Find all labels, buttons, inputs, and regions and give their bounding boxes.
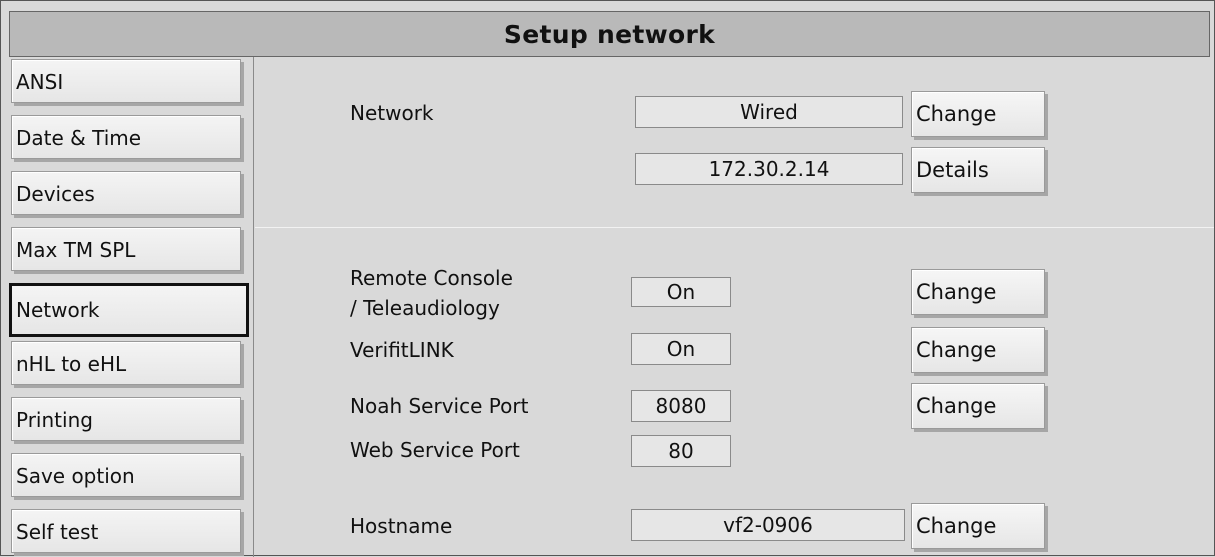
hostname-change-button[interactable]: Change bbox=[911, 503, 1045, 549]
ip-address-field: 172.30.2.14 bbox=[635, 153, 903, 185]
sidebar: ANSI Date & Time Devices Max TM SPL Netw… bbox=[9, 57, 254, 557]
web-service-port-label: Web Service Port bbox=[350, 438, 520, 462]
network-section bbox=[255, 57, 1214, 228]
network-change-button[interactable]: Change bbox=[911, 91, 1045, 137]
sidebar-item-self-test[interactable]: Self test bbox=[11, 509, 241, 553]
sidebar-item-max-tm-spl[interactable]: Max TM SPL bbox=[11, 227, 241, 271]
sidebar-item-nhl-to-ehl[interactable]: nHL to eHL bbox=[11, 341, 241, 385]
network-label: Network bbox=[350, 101, 434, 125]
sidebar-item-date-time[interactable]: Date & Time bbox=[11, 115, 241, 159]
sidebar-item-ansi[interactable]: ANSI bbox=[11, 59, 241, 103]
noah-service-port-label: Noah Service Port bbox=[350, 394, 529, 418]
network-details-button[interactable]: Details bbox=[911, 147, 1045, 193]
sidebar-item-network[interactable]: Network bbox=[9, 283, 249, 337]
remote-console-label: Remote Console bbox=[350, 266, 513, 290]
remote-console-value: On bbox=[631, 277, 731, 307]
verifitlink-change-button[interactable]: Change bbox=[911, 327, 1045, 373]
teleaudiology-label: / Teleaudiology bbox=[350, 296, 500, 320]
hostname-label: Hostname bbox=[350, 514, 453, 538]
noah-service-port-value: 8080 bbox=[631, 390, 731, 422]
sidebar-item-save-option[interactable]: Save option bbox=[11, 453, 241, 497]
page-title: Setup network bbox=[9, 11, 1210, 57]
sidebar-item-printing[interactable]: Printing bbox=[11, 397, 241, 441]
sidebar-item-devices[interactable]: Devices bbox=[11, 171, 241, 215]
web-service-port-value: 80 bbox=[631, 435, 731, 467]
setup-network-window: Setup network ANSI Date & Time Devices M… bbox=[0, 0, 1215, 557]
noah-service-port-change-button[interactable]: Change bbox=[911, 383, 1045, 429]
verifitlink-label: VerifitLINK bbox=[350, 338, 454, 362]
verifitlink-value: On bbox=[631, 333, 731, 365]
remote-console-change-button[interactable]: Change bbox=[911, 269, 1045, 315]
network-type-field: Wired bbox=[635, 96, 903, 128]
hostname-value: vf2-0906 bbox=[631, 509, 905, 541]
